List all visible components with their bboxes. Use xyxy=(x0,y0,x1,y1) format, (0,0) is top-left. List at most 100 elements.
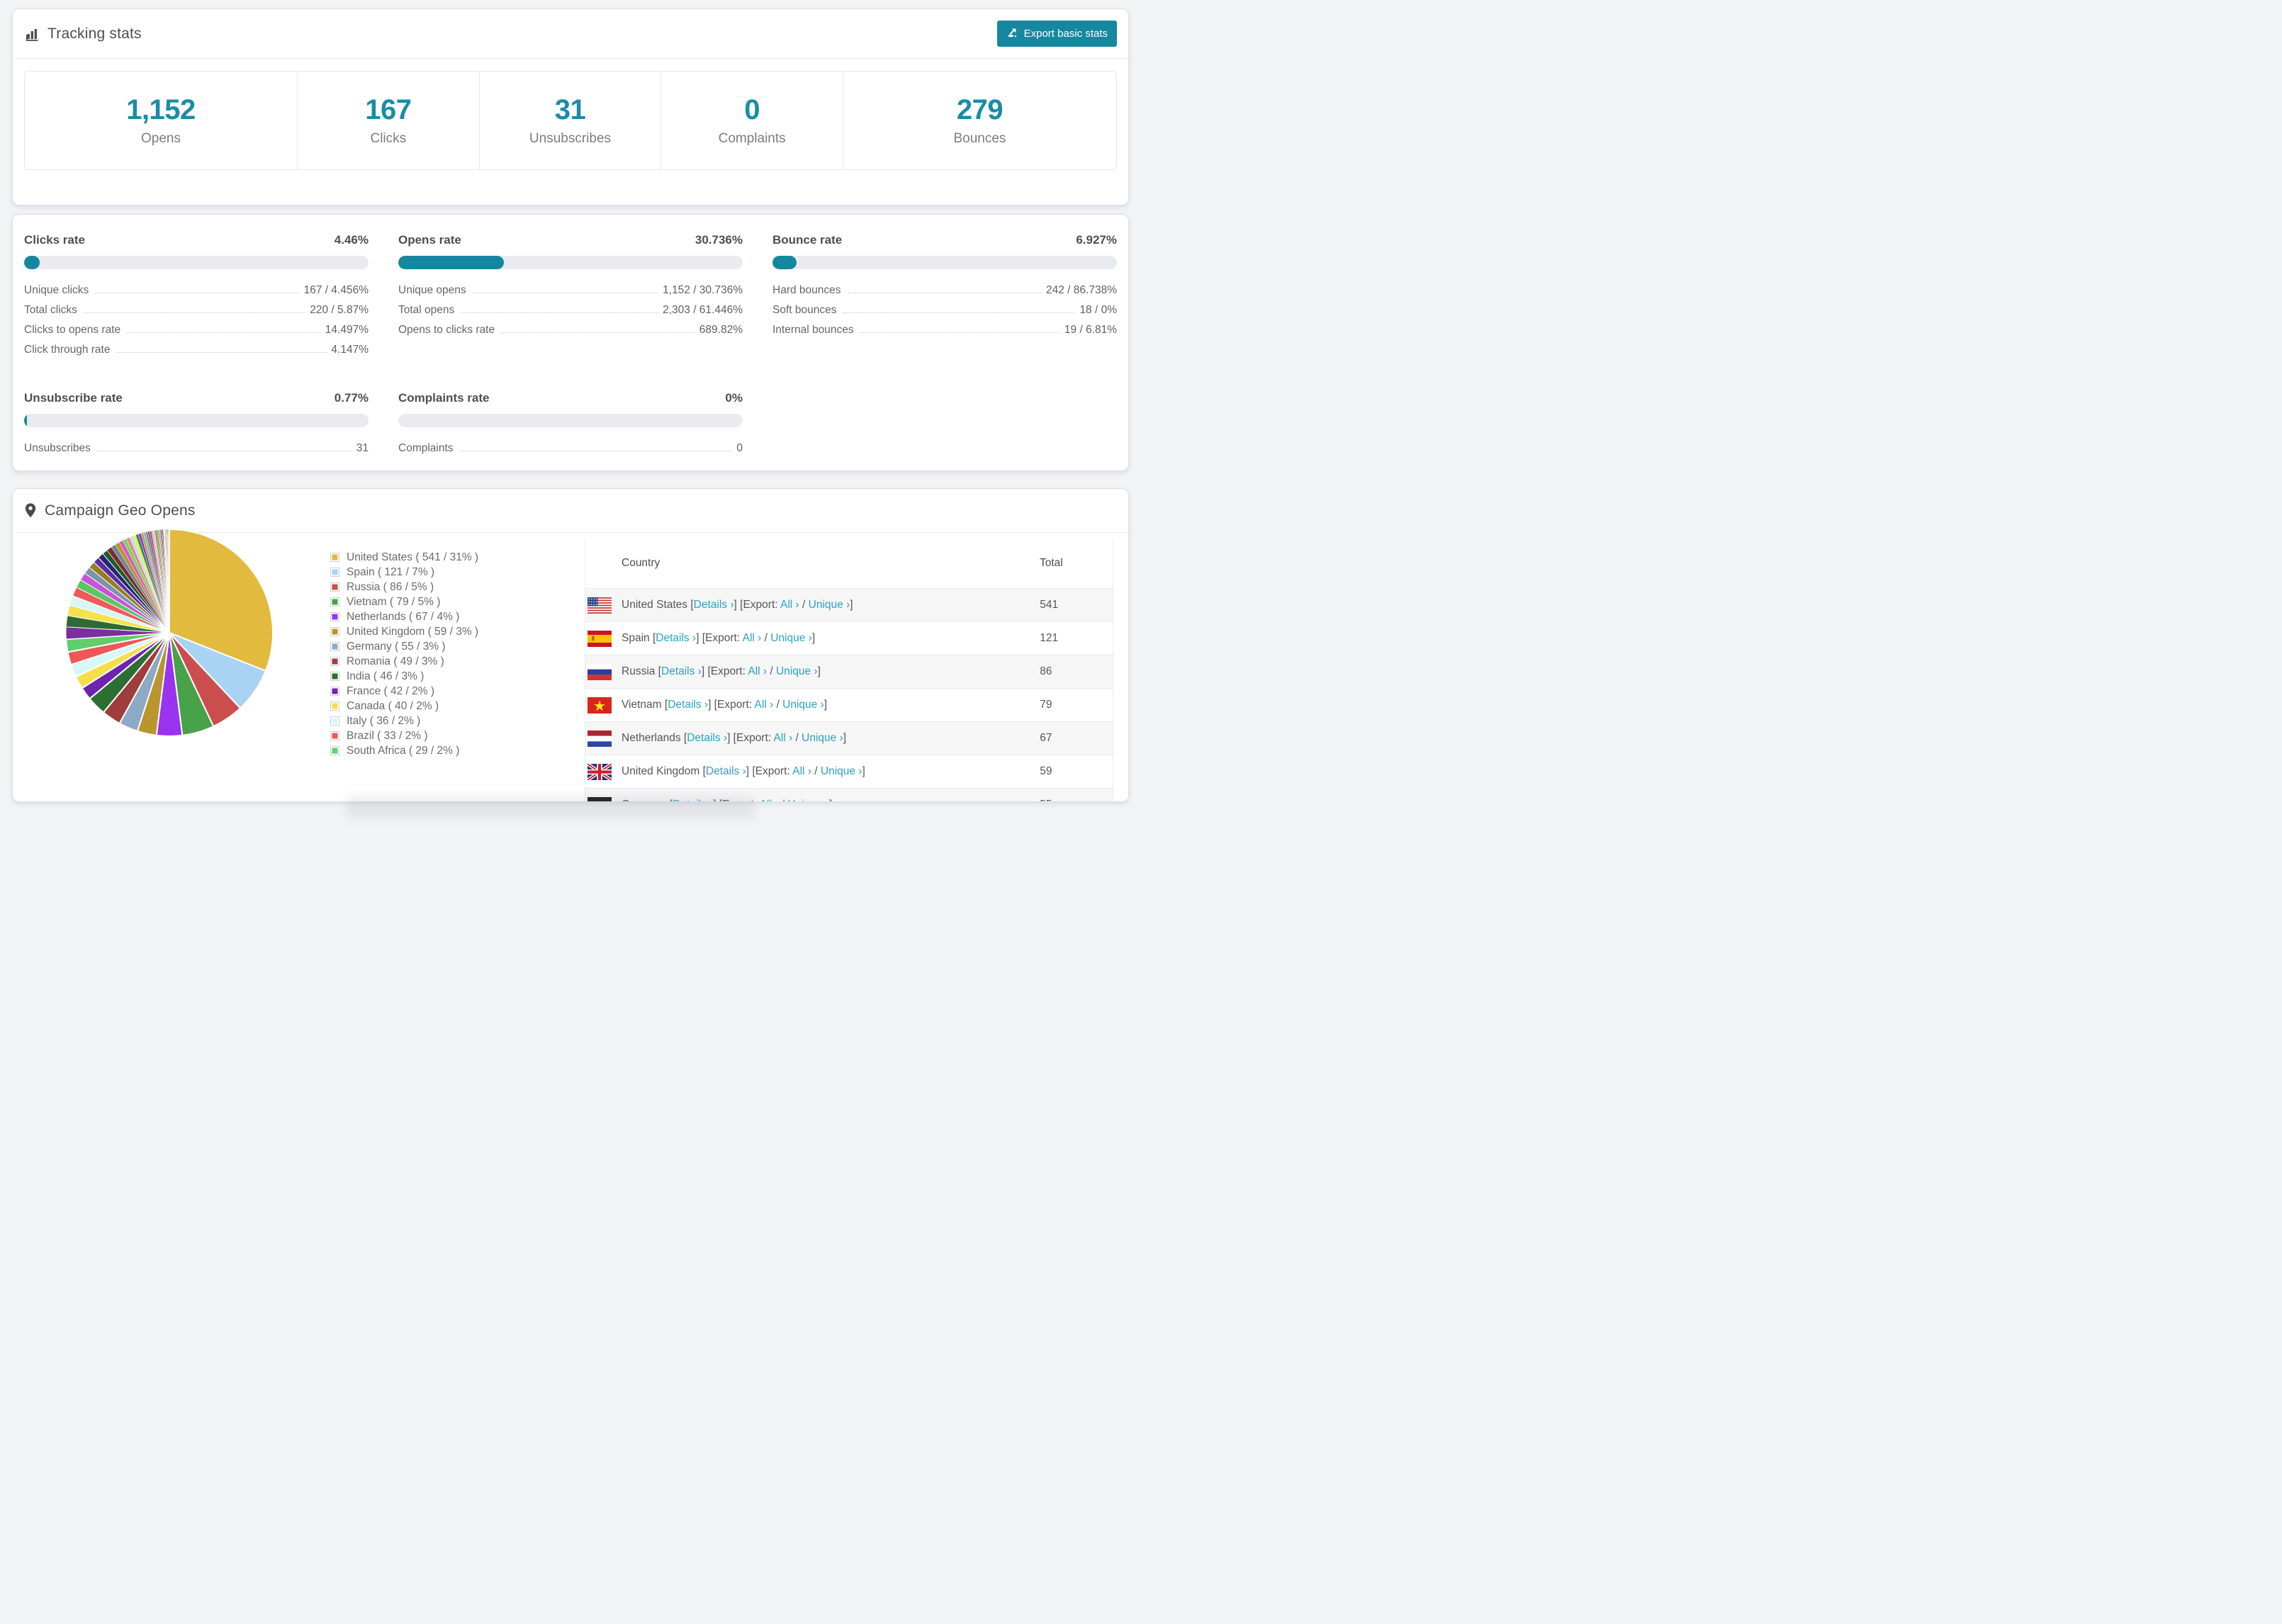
rate-row-value: 242 / 86.738% xyxy=(1046,283,1117,296)
bar-chart-icon xyxy=(24,26,40,42)
export-all-link[interactable]: All › xyxy=(780,599,799,611)
legend-item: South Africa ( 29 / 2% ) xyxy=(330,743,478,758)
details-link[interactable]: Details › xyxy=(673,799,713,801)
legend-item: Vietnam ( 79 / 5% ) xyxy=(330,594,478,609)
legend-swatch xyxy=(330,716,339,726)
rate-progress-bar xyxy=(398,414,743,427)
details-link[interactable]: Details › xyxy=(694,599,734,611)
country-cell: United States [Details ›] [Export: All ›… xyxy=(622,599,853,611)
rate-value: 4.46% xyxy=(334,233,369,247)
rate-row-label: Total opens xyxy=(398,303,455,316)
rate-row-value: 19 / 6.81% xyxy=(1064,323,1117,336)
legend-label: India ( 46 / 3% ) xyxy=(347,670,425,682)
gb-flag-icon xyxy=(588,763,612,780)
rate-section-clicks-rate: Clicks rate 4.46% Unique clicks 167 / 4.456… xyxy=(24,233,369,364)
rate-detail-row: Clicks to opens rate 14.497% xyxy=(24,323,369,336)
country-cell: Spain [Details ›] [Export: All › / Uniqu… xyxy=(622,632,816,644)
rate-value: 0% xyxy=(725,391,743,405)
rate-row-label: Hard bounces xyxy=(772,283,841,296)
total-cell: 55 xyxy=(1040,799,1113,801)
ru-flag-icon xyxy=(588,663,612,680)
legend-item: Russia ( 86 / 5% ) xyxy=(330,580,478,594)
rate-progress-bar xyxy=(24,414,369,427)
legend-item: Netherlands ( 67 / 4% ) xyxy=(330,609,478,624)
rate-row-label: Unsubscribes xyxy=(24,441,91,454)
stat-value: 279 xyxy=(956,94,1004,125)
legend-label: Netherlands ( 67 / 4% ) xyxy=(347,610,460,623)
legend-item: Canada ( 40 / 2% ) xyxy=(330,699,478,714)
de-flag-icon xyxy=(588,796,612,801)
legend-swatch xyxy=(330,553,339,562)
stat-value: 1,152 xyxy=(126,94,196,125)
details-link[interactable]: Details › xyxy=(668,699,708,711)
export-all-link[interactable]: All › xyxy=(792,765,811,777)
stat-label: Opens xyxy=(141,131,181,146)
rate-value: 0.77% xyxy=(334,391,369,405)
legend-label: France ( 42 / 2% ) xyxy=(347,684,435,697)
vn-flag-icon xyxy=(588,697,612,714)
rate-row-value: 167 / 4.456% xyxy=(303,283,369,296)
export-unique-link[interactable]: Unique › xyxy=(776,665,818,677)
stat-unsubscribes: 31 Unsubscribes xyxy=(480,72,662,169)
dotted-leader xyxy=(860,332,1060,333)
rate-detail-row: Unique opens 1,152 / 30.736% xyxy=(398,284,743,295)
export-unique-link[interactable]: Unique › xyxy=(802,732,843,744)
stat-label: Unsubscribes xyxy=(529,131,612,146)
export-unique-link[interactable]: Unique › xyxy=(809,599,850,611)
rate-row-label: Soft bounces xyxy=(772,303,837,316)
geo-table-row: Vietnam [Details ›] [Export: All › / Uni… xyxy=(585,688,1113,721)
dotted-leader xyxy=(116,352,327,353)
legend-item: France ( 42 / 2% ) xyxy=(330,684,478,699)
export-all-link[interactable]: All › xyxy=(755,699,774,711)
stat-value: 167 xyxy=(365,94,412,125)
country-cell: United Kingdom [Details ›] [Export: All … xyxy=(622,765,865,777)
details-link[interactable]: Details › xyxy=(687,732,727,744)
rate-title: Opens rate xyxy=(398,233,461,247)
rate-title: Unsubscribe rate xyxy=(24,391,123,405)
rate-detail-row: Click through rate 4.147% xyxy=(24,344,369,355)
geo-section-title: Campaign Geo Opens xyxy=(45,502,196,519)
export-all-link[interactable]: All › xyxy=(748,665,767,677)
stat-clicks: 167 Clicks xyxy=(298,72,480,169)
export-all-link[interactable]: All › xyxy=(774,732,793,744)
rate-row-label: Complaints xyxy=(398,441,454,454)
geo-table-row: United Kingdom [Details ›] [Export: All … xyxy=(585,755,1113,788)
details-link[interactable]: Details › xyxy=(661,665,702,677)
export-unique-link[interactable]: Unique › xyxy=(787,799,829,801)
rate-title: Clicks rate xyxy=(24,233,85,247)
export-all-link[interactable]: All › xyxy=(760,799,779,801)
export-unique-link[interactable]: Unique › xyxy=(821,765,862,777)
country-cell: Vietnam [Details ›] [Export: All › / Uni… xyxy=(622,699,828,711)
legend-swatch xyxy=(330,612,339,621)
export-unique-link[interactable]: Unique › xyxy=(770,632,812,644)
export-icon xyxy=(1006,26,1018,41)
rate-row-value: 689.82% xyxy=(699,323,743,336)
export-button-label: Export basic stats xyxy=(1023,28,1108,40)
details-link[interactable]: Details › xyxy=(706,765,746,777)
export-all-link[interactable]: All › xyxy=(743,632,762,644)
us-flag-icon xyxy=(588,597,612,614)
legend-swatch xyxy=(330,657,339,666)
export-basic-stats-button[interactable]: Export basic stats xyxy=(996,21,1117,47)
geo-title-wrap: Campaign Geo Opens xyxy=(24,502,196,519)
rate-value: 30.736% xyxy=(695,233,743,247)
total-cell: 121 xyxy=(1040,632,1059,644)
export-unique-link[interactable]: Unique › xyxy=(782,699,824,711)
rate-detail-row: Opens to clicks rate 689.82% xyxy=(398,323,743,336)
geo-table: Country Total United States [Details ›] … xyxy=(585,538,1113,801)
tracking-stats-title: Tracking stats xyxy=(24,26,142,43)
legend-label: Brazil ( 33 / 2% ) xyxy=(347,729,428,742)
legend-swatch xyxy=(330,746,339,755)
tracking-stats-header: Tracking stats Export basic stats xyxy=(13,9,1128,59)
rate-row-label: Internal bounces xyxy=(772,323,854,336)
rate-row-label: Clicks to opens rate xyxy=(24,323,121,336)
rate-detail-row: Complaints 0 xyxy=(398,441,743,454)
legend-swatch xyxy=(330,731,339,740)
geo-pie-chart xyxy=(64,527,275,738)
dotted-leader xyxy=(83,312,306,313)
details-link[interactable]: Details › xyxy=(656,632,696,644)
legend-label: Romania ( 49 / 3% ) xyxy=(347,655,444,667)
dotted-leader xyxy=(461,312,659,313)
geo-header: Campaign Geo Opens xyxy=(13,489,1128,533)
country-cell: Netherlands [Details ›] [Export: All › /… xyxy=(622,732,847,744)
